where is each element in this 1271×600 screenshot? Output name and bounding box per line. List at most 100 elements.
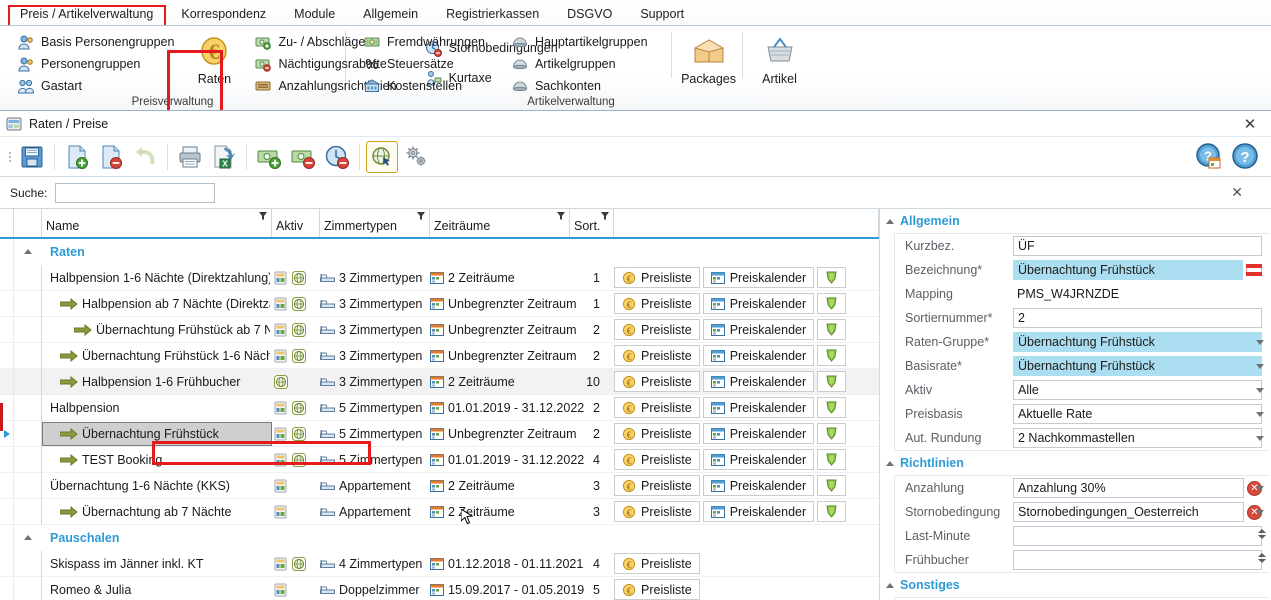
preisliste-button[interactable]: €Preisliste (614, 449, 700, 470)
search-clear-button[interactable]: ✕ (1231, 184, 1261, 201)
panel-section-header[interactable]: Richtlinien (880, 451, 1270, 475)
expire-rate-button[interactable] (321, 141, 353, 173)
active-status-button[interactable] (817, 397, 846, 418)
preiskalender-button[interactable]: Preiskalender (703, 449, 814, 470)
ribbon-tab-registrierkassen[interactable]: Registrierkassen (432, 4, 553, 25)
rate-detail-icon[interactable] (274, 557, 288, 571)
preiskalender-button[interactable]: Preiskalender (703, 423, 814, 444)
web-rate-icon[interactable] (292, 323, 306, 337)
active-status-button[interactable] (817, 293, 846, 314)
preiskalender-button[interactable]: Preiskalender (703, 371, 814, 392)
web-rate-button[interactable] (366, 141, 398, 173)
chevron-down-icon[interactable] (1256, 510, 1264, 515)
group-collapse-icon[interactable] (14, 535, 42, 541)
rate-detail-icon[interactable] (274, 271, 288, 285)
cell-name[interactable]: Übernachtung Frühstück (42, 421, 272, 447)
active-status-button[interactable] (817, 475, 846, 496)
preisliste-button[interactable]: €Preisliste (614, 423, 700, 444)
table-row[interactable]: Übernachtung Frühstück ab 7 Näc3 Zimmert… (0, 317, 879, 343)
field-value[interactable]: Übernachtung Frühstück (1013, 332, 1262, 352)
chevron-down-icon[interactable] (1256, 388, 1264, 393)
preisliste-button[interactable]: €Preisliste (614, 319, 700, 340)
table-row[interactable]: Skispass im Jänner inkl. KT4 Zimmertypen… (0, 551, 879, 577)
remove-rate-button[interactable] (287, 141, 319, 173)
field-value[interactable]: Stornobedingungen_Oesterreich (1013, 502, 1244, 522)
preiskalender-button[interactable]: Preiskalender (703, 319, 814, 340)
ribbon-item-fremdwaehrungen[interactable]: Fremdwährungen (360, 32, 488, 52)
preiskalender-button[interactable]: Preiskalender (703, 501, 814, 522)
toolbar-drag-handle[interactable] (6, 146, 14, 168)
field-value[interactable]: 2 Nachkommastellen (1013, 428, 1262, 448)
preisliste-button[interactable]: €Preisliste (614, 293, 700, 314)
rate-detail-icon[interactable] (274, 583, 288, 597)
rate-detail-icon[interactable] (274, 297, 288, 311)
active-status-button[interactable] (817, 371, 846, 392)
undo-button[interactable] (129, 141, 161, 173)
chevron-down-icon[interactable] (1256, 436, 1264, 441)
save-button[interactable] (16, 141, 48, 173)
rate-detail-icon[interactable] (274, 427, 288, 441)
ribbon-item-gastart[interactable]: Gastart (14, 76, 177, 96)
panel-section-header[interactable]: Allgemein (880, 209, 1270, 233)
table-row[interactable]: Halbpension 1-6 Nächte (Direktzahlung)3 … (0, 265, 879, 291)
austria-flag-icon[interactable] (1246, 264, 1262, 276)
preisliste-button[interactable]: €Preisliste (614, 475, 700, 496)
ribbon-tab-module[interactable]: Module (280, 4, 349, 25)
active-status-button[interactable] (817, 345, 846, 366)
grid-group-header[interactable]: Raten (0, 239, 879, 265)
ribbon-tab-preis-artikelverwaltung[interactable]: Preis / Artikelverwaltung (6, 4, 167, 25)
preisliste-button[interactable]: €Preisliste (614, 397, 700, 418)
ribbon-tab-dsgvo[interactable]: DSGVO (553, 4, 626, 25)
settings-button[interactable] (400, 141, 432, 173)
collapse-triangle-icon[interactable] (886, 219, 894, 224)
ribbon-item-personengruppen[interactable]: Personengruppen (14, 54, 177, 74)
cell-name[interactable]: Übernachtung Frühstück ab 7 Näc (42, 317, 272, 343)
table-row[interactable]: Übernachtung 1-6 Nächte (KKS)Appartement… (0, 473, 879, 499)
cell-name[interactable]: Übernachtung 1-6 Nächte (KKS) (42, 473, 272, 499)
cell-name[interactable]: TEST Booking (42, 447, 272, 473)
rate-detail-icon[interactable] (274, 479, 288, 493)
preiskalender-button[interactable]: Preiskalender (703, 293, 814, 314)
filter-icon[interactable] (557, 212, 565, 221)
preisliste-button[interactable]: €Preisliste (614, 371, 700, 392)
cell-name[interactable]: Übernachtung Frühstück 1-6 Nächt (42, 343, 272, 369)
spinner-buttons[interactable] (1258, 529, 1266, 539)
field-value[interactable]: Übernachtung Frühstück (1013, 260, 1243, 280)
delete-record-button[interactable] (95, 141, 127, 173)
spinner-buttons[interactable] (1258, 553, 1266, 563)
cell-name[interactable]: Skispass im Jänner inkl. KT (42, 551, 272, 577)
active-status-button[interactable] (817, 319, 846, 340)
help-button[interactable]: ? (1229, 141, 1261, 173)
field-value[interactable] (1013, 550, 1262, 570)
field-value[interactable]: ÜF (1013, 236, 1262, 256)
preisliste-button[interactable]: €Preisliste (614, 553, 700, 574)
rate-detail-icon[interactable] (274, 401, 288, 415)
table-row[interactable]: Halbpension 1-6 Frühbucher3 Zimmertypen2… (0, 369, 879, 395)
export-excel-button[interactable]: X (208, 141, 240, 173)
table-row[interactable]: Übernachtung ab 7 NächteAppartement2 Zei… (0, 499, 879, 525)
cell-name[interactable]: Übernachtung ab 7 Nächte (42, 499, 272, 525)
collapse-triangle-icon[interactable] (886, 583, 894, 588)
grid-group-header[interactable]: Pauschalen (0, 525, 879, 551)
web-rate-icon[interactable] (292, 557, 306, 571)
web-rate-icon[interactable] (292, 453, 306, 467)
search-input[interactable] (55, 183, 215, 203)
table-row[interactable]: Übernachtung Frühstück 1-6 Nächt3 Zimmer… (0, 343, 879, 369)
active-status-button[interactable] (817, 501, 846, 522)
field-value[interactable]: Aktuelle Rate (1013, 404, 1262, 424)
active-status-button[interactable] (817, 449, 846, 470)
preisliste-button[interactable]: €Preisliste (614, 579, 700, 600)
ribbon-item-artikel[interactable]: Artikel (749, 32, 811, 86)
preiskalender-button[interactable]: Preiskalender (703, 475, 814, 496)
table-row[interactable]: TEST Booking5 Zimmertypen01.01.2019 - 31… (0, 447, 879, 473)
rate-detail-icon[interactable] (274, 505, 288, 519)
new-record-button[interactable] (61, 141, 93, 173)
filter-icon[interactable] (259, 212, 267, 221)
rate-detail-icon[interactable] (274, 323, 288, 337)
ribbon-tab-support[interactable]: Support (626, 4, 698, 25)
grid-header-sort[interactable]: Sort. (570, 209, 614, 237)
chevron-down-icon[interactable] (1256, 412, 1264, 417)
active-status-button[interactable] (817, 267, 846, 288)
preisliste-button[interactable]: €Preisliste (614, 267, 700, 288)
ribbon-item-steuersaetze[interactable]: % Steuersätze (360, 54, 488, 74)
